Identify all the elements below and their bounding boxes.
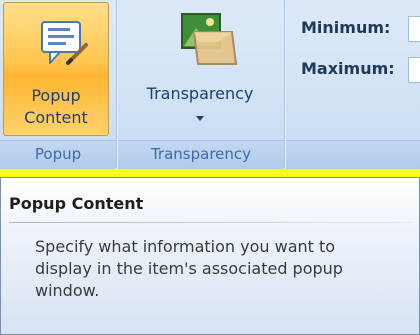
maximum-field[interactable] xyxy=(408,57,420,83)
ribbon: Popup Content Popup Transparency Transpa… xyxy=(0,0,420,169)
popup-content-label-line1: Popup xyxy=(31,86,81,105)
popup-content-button[interactable]: Popup Content xyxy=(3,2,109,136)
minimum-field[interactable] xyxy=(408,16,420,42)
popup-group: Popup Content Popup xyxy=(0,0,116,169)
transparency-group: Transparency Transparency xyxy=(118,0,284,169)
transparency-group-label: Transparency xyxy=(118,140,284,169)
range-group: Minimum: Maximum: xyxy=(286,0,420,169)
chevron-down-icon[interactable] xyxy=(196,116,204,121)
transparency-icon xyxy=(178,10,238,68)
tooltip: Popup Content Specify what information y… xyxy=(0,177,420,335)
tooltip-description: Specify what information you want to dis… xyxy=(35,237,343,300)
tooltip-divider xyxy=(9,222,413,223)
transparency-button-label: Transparency xyxy=(146,84,254,103)
popup-content-icon xyxy=(38,19,90,71)
tooltip-title: Popup Content xyxy=(9,194,144,213)
popup-group-label: Popup xyxy=(0,140,116,169)
transparency-button[interactable]: Transparency xyxy=(130,2,270,136)
maximum-label: Maximum: xyxy=(301,59,395,78)
popup-content-label-line2: Content xyxy=(24,108,88,127)
range-group-label xyxy=(286,140,420,169)
minimum-label: Minimum: xyxy=(301,18,391,37)
